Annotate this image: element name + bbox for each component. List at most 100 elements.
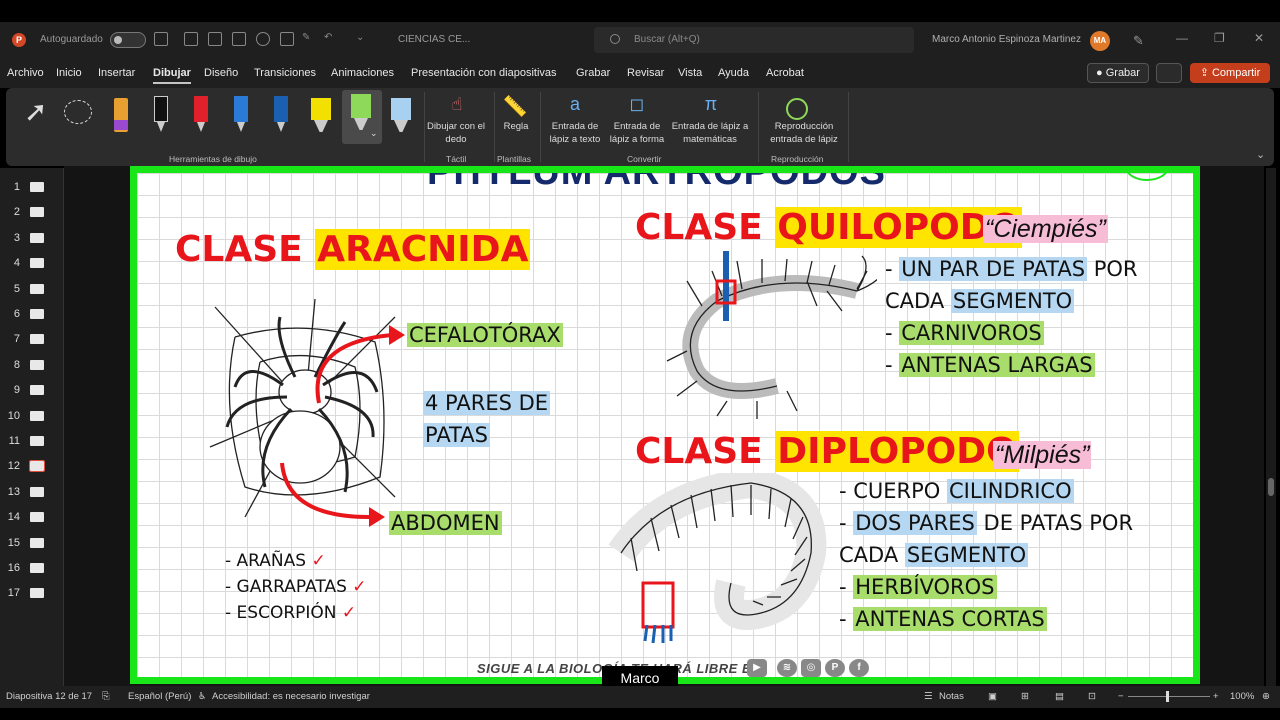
- notes-icon[interactable]: ☰: [924, 691, 933, 702]
- slide-thumbnail[interactable]: 3: [0, 229, 64, 249]
- save-icon[interactable]: [154, 32, 168, 46]
- comments-button[interactable]: [1156, 63, 1182, 83]
- sorter-view-icon[interactable]: ⊞: [1021, 691, 1029, 702]
- pen-blue-icon[interactable]: [228, 94, 254, 134]
- slide-thumbnail[interactable]: 4: [0, 254, 64, 274]
- normal-view-icon[interactable]: ▣: [988, 691, 997, 702]
- slide-thumbnail[interactable]: 11: [0, 432, 64, 452]
- example-aranas-text: - ARAÑAS: [225, 551, 307, 571]
- zoom-out-icon[interactable]: −: [1118, 691, 1124, 702]
- language[interactable]: Español (Perú): [128, 691, 191, 702]
- accessibility-status[interactable]: Accesibilidad: es necesario investigar: [212, 691, 370, 702]
- slide-thumbnail[interactable]: 1: [0, 178, 64, 198]
- slide-thumbnail[interactable]: 17: [0, 584, 64, 604]
- slide-thumbnail[interactable]: 2: [0, 203, 64, 223]
- thumbnail-image: [30, 309, 44, 319]
- menu-inicio[interactable]: Inicio: [56, 67, 82, 79]
- undo-icon[interactable]: ↶: [324, 32, 338, 46]
- draw-with-touch-button[interactable]: Dibujar con el dedo: [426, 120, 486, 146]
- pen-black-icon[interactable]: [148, 94, 174, 134]
- pen-red-icon[interactable]: [188, 94, 214, 134]
- vertical-scrollbar[interactable]: [1266, 168, 1276, 686]
- zoom-slider-thumb[interactable]: [1166, 691, 1169, 702]
- highlighter-green-icon[interactable]: ⌄: [342, 90, 382, 144]
- slide-thumbnail[interactable]: 12: [0, 457, 64, 477]
- slide-thumbnail[interactable]: 8: [0, 356, 64, 376]
- group-icon[interactable]: [208, 32, 222, 46]
- slide-canvas[interactable]: PHYLUM ARTRÓPODOS CLASE ARACNIDA CEFALOT…: [130, 166, 1200, 684]
- menu-revisar[interactable]: Revisar: [627, 67, 664, 79]
- slide-thumbnail[interactable]: 15: [0, 534, 64, 554]
- slide-thumbnail[interactable]: 9: [0, 381, 64, 401]
- menu-acrobat[interactable]: Acrobat: [766, 67, 804, 79]
- minimize-icon[interactable]: —: [1176, 31, 1188, 45]
- pen-orange-icon[interactable]: [108, 94, 134, 134]
- menu-grabar[interactable]: Grabar: [576, 67, 610, 79]
- thumbnail-image: [30, 588, 44, 599]
- slide-thumbnail[interactable]: 14: [0, 508, 64, 528]
- d-l3a: CADA: [839, 543, 905, 567]
- spellcheck-icon[interactable]: ⎘: [102, 691, 110, 702]
- autosave-toggle[interactable]: [110, 32, 146, 48]
- menu-ayuda[interactable]: Ayuda: [718, 67, 749, 79]
- menu-diseno[interactable]: Diseño: [204, 67, 238, 79]
- status-bar: Diapositiva 12 de 17 ⎘ Español (Perú) ♿ …: [0, 686, 1280, 708]
- ink-to-text-button[interactable]: Entrada de lápiz a texto: [544, 120, 606, 146]
- close-icon[interactable]: ✕: [1254, 31, 1264, 45]
- slide-thumbnail[interactable]: 5: [0, 280, 64, 300]
- red-arrows: [280, 325, 405, 527]
- thumbnail-number: 14: [7, 511, 20, 524]
- zoom-slider[interactable]: [1128, 696, 1210, 697]
- select-pointer-icon[interactable]: ➚: [24, 94, 50, 134]
- menu-transiciones[interactable]: Transiciones: [254, 67, 316, 79]
- customize-icon[interactable]: ⌄: [356, 32, 370, 46]
- slide-thumbnail[interactable]: 13: [0, 483, 64, 503]
- fit-slide-icon[interactable]: ⊕: [1262, 691, 1270, 702]
- ruler-button[interactable]: Regla: [496, 120, 536, 133]
- accessibility-icon[interactable]: ♿: [198, 691, 207, 702]
- designer-pen-icon[interactable]: ✎: [1133, 33, 1144, 49]
- menu-vista[interactable]: Vista: [678, 67, 702, 79]
- ink-to-shape-button[interactable]: Entrada de lápiz a forma: [606, 120, 668, 146]
- zoom-in-icon[interactable]: +: [1213, 691, 1219, 702]
- record-button[interactable]: ● Grabar: [1087, 63, 1149, 83]
- slide-thumbnail[interactable]: 6: [0, 305, 64, 325]
- slide-thumbnail[interactable]: 7: [0, 330, 64, 350]
- thumbnail-image: [30, 563, 44, 573]
- avatar[interactable]: MA: [1090, 31, 1110, 51]
- pen-quick-icon[interactable]: ✎: [302, 32, 316, 46]
- select-icon[interactable]: [184, 32, 198, 46]
- quilopodo-line-3: - CARNIVOROS: [885, 321, 1044, 345]
- search-box[interactable]: Buscar (Alt+Q): [594, 27, 914, 53]
- menu-archivo[interactable]: Archivo: [7, 67, 44, 79]
- pen-darkblue-icon[interactable]: [268, 94, 294, 134]
- menu-animaciones[interactable]: Animaciones: [331, 67, 394, 79]
- thumbnail-image: [30, 258, 44, 269]
- document-name[interactable]: CIENCIAS CE...: [398, 34, 470, 45]
- highlighter-lightblue-icon[interactable]: [388, 94, 414, 134]
- zoom-level[interactable]: 100%: [1230, 691, 1254, 702]
- diplopodo-line-2: - DOS PARES DE PATAS POR: [839, 511, 1133, 535]
- restore-icon[interactable]: ❐: [1214, 31, 1225, 45]
- menu-insertar[interactable]: Insertar: [98, 67, 135, 79]
- edit-shape-icon[interactable]: [280, 32, 294, 46]
- menu-dibujar[interactable]: Dibujar: [153, 67, 191, 84]
- menu-presentacion[interactable]: Presentación con diapositivas: [411, 67, 557, 79]
- notes-button[interactable]: Notas: [939, 691, 964, 702]
- highlighter-yellow-icon[interactable]: [308, 94, 334, 134]
- reading-view-icon[interactable]: ▤: [1055, 691, 1064, 702]
- thumbnail-number: 10: [7, 409, 20, 422]
- ink-replay-button[interactable]: Reproducción entrada de lápiz: [758, 120, 850, 146]
- scroll-thumb[interactable]: [1268, 478, 1274, 496]
- slide-thumbnail[interactable]: 16: [0, 559, 64, 579]
- crop-icon[interactable]: [232, 32, 246, 46]
- lasso-select-icon[interactable]: [62, 94, 96, 134]
- shapes-icon[interactable]: [256, 32, 270, 46]
- collapse-ribbon-icon[interactable]: ⌄: [1256, 148, 1265, 161]
- share-label: Compartir: [1211, 67, 1261, 79]
- ink-to-math-button[interactable]: Entrada de lápiz a matemáticas: [670, 120, 750, 146]
- slide-thumbnail[interactable]: 10: [0, 407, 64, 427]
- q-l1b: UN PAR DE PATAS: [899, 257, 1088, 281]
- share-button[interactable]: ⇪ Compartir: [1190, 63, 1270, 83]
- slideshow-icon[interactable]: ⊡: [1088, 691, 1096, 702]
